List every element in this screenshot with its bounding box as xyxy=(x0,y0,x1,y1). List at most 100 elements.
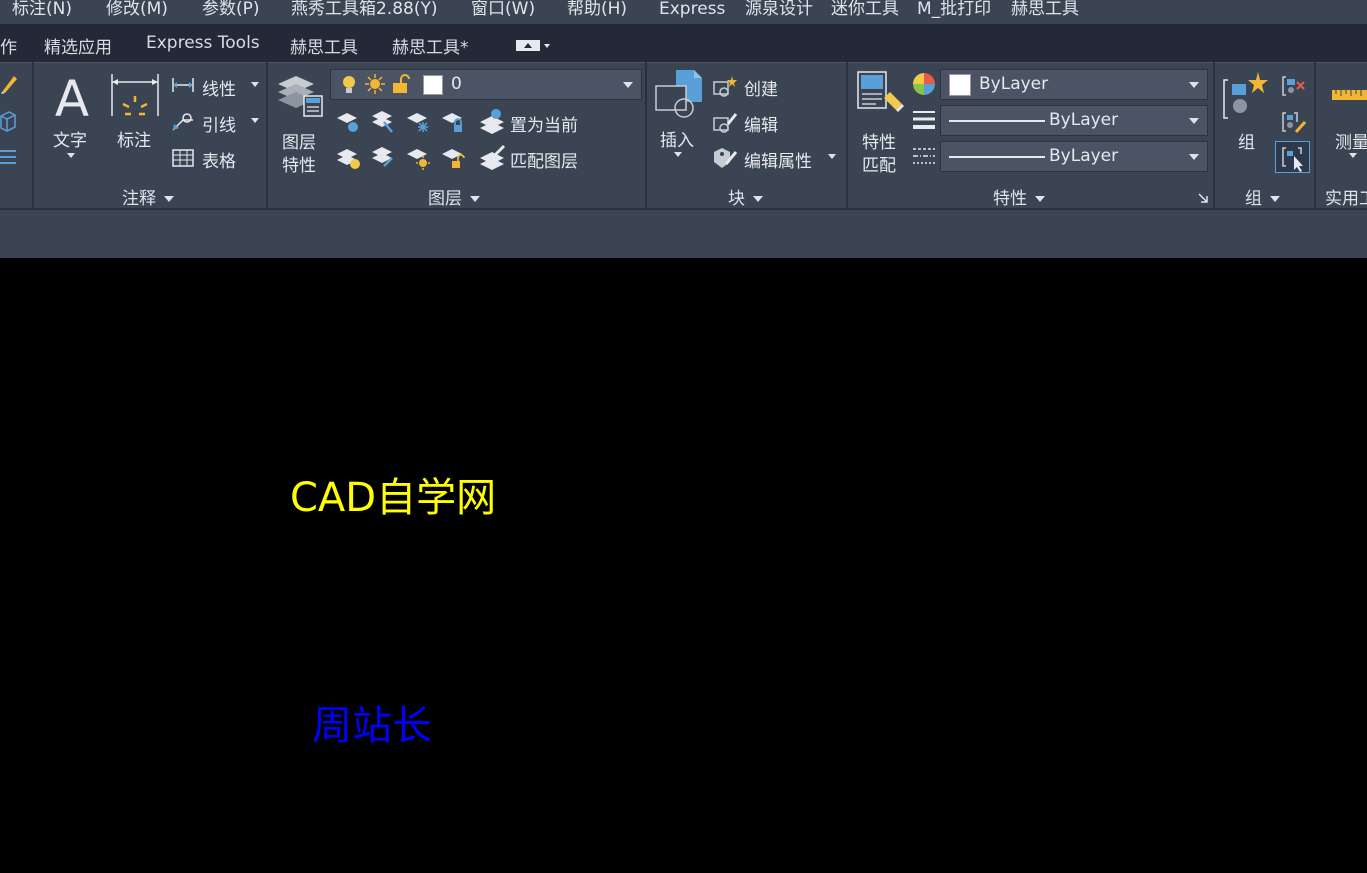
linear-dropdown-arrow[interactable] xyxy=(251,82,259,87)
layer-properties-label-line2[interactable]: 特性 xyxy=(282,151,316,176)
layer-lock-icon[interactable] xyxy=(440,108,466,134)
canvas-text-cad-zixuewang[interactable]: CAD自学网 xyxy=(290,465,496,523)
dimension-button-label[interactable]: 标注 xyxy=(117,126,151,151)
drawing-canvas[interactable]: CAD自学网 周站长 xyxy=(0,258,1367,873)
set-current-icon[interactable] xyxy=(478,108,506,134)
annotation-panel-title[interactable]: 注释 xyxy=(122,184,174,209)
leader-button-label[interactable]: 引线 xyxy=(202,111,236,136)
properties-dialog-launcher-icon[interactable] xyxy=(1197,189,1209,203)
layer-thaw-sun-icon xyxy=(365,74,385,94)
match-layer-label[interactable]: 匹配图层 xyxy=(510,147,578,172)
menu-yuanquan-design[interactable]: 源泉设计 xyxy=(745,0,813,24)
layer-on-bulb-icon xyxy=(341,75,357,95)
measure-dropdown-arrow[interactable] xyxy=(1349,153,1357,158)
group-button-label[interactable]: 组 xyxy=(1238,128,1255,153)
match-properties-label-line2[interactable]: 匹配 xyxy=(862,151,896,176)
layer-color-swatch xyxy=(423,75,443,95)
tab-featured-apps[interactable]: 精选应用 xyxy=(44,33,112,58)
group-icon[interactable] xyxy=(1222,70,1270,124)
tab-hesi-tools-custom[interactable]: 赫思工具* xyxy=(392,33,469,58)
measure-ruler-icon[interactable] xyxy=(1331,86,1367,104)
linetype-preview-line xyxy=(949,156,1045,158)
color-wheel-icon xyxy=(912,72,936,96)
group-selection-toggle-icon[interactable] xyxy=(1275,141,1310,173)
dimension-icon[interactable] xyxy=(110,72,160,122)
lineweight-dropdown[interactable]: ByLayer xyxy=(940,105,1208,136)
linetype-icon xyxy=(912,144,936,168)
insert-button-label[interactable]: 插入 xyxy=(660,126,694,151)
edit-attributes-icon[interactable] xyxy=(712,146,738,170)
menu-dimension[interactable]: 标注(N) xyxy=(12,0,72,24)
linetype-dropdown[interactable]: ByLayer xyxy=(940,141,1208,172)
layer-dropdown[interactable]: 0 xyxy=(330,69,642,100)
utilities-panel-title[interactable]: 实用工 xyxy=(1325,184,1367,209)
menu-batch-print[interactable]: M_批打印 xyxy=(917,0,991,24)
layer-isolate-icon[interactable] xyxy=(370,108,396,134)
svg-text:A: A xyxy=(55,72,89,122)
create-block-label[interactable]: 创建 xyxy=(744,75,778,100)
layers-panel-title[interactable]: 图层 xyxy=(428,184,480,209)
ungroup-icon[interactable] xyxy=(1282,74,1306,98)
layer-freeze-icon[interactable] xyxy=(405,108,431,134)
canvas-text-zhou-zhanzhang[interactable]: 周站长 xyxy=(312,693,432,751)
layer-unlock-all-icon[interactable] xyxy=(440,144,466,170)
text-button-label[interactable]: 文字 xyxy=(53,126,87,151)
color-swatch xyxy=(949,74,971,96)
menu-hesi-tools[interactable]: 赫思工具 xyxy=(1011,0,1079,24)
menu-window[interactable]: 窗口(W) xyxy=(471,0,535,24)
tab-hesi-tools[interactable]: 赫思工具 xyxy=(290,33,358,58)
table-icon[interactable] xyxy=(171,148,195,168)
menu-parametric[interactable]: 参数(P) xyxy=(202,0,260,24)
create-block-icon[interactable] xyxy=(712,74,738,98)
list-icon[interactable] xyxy=(0,148,16,166)
layer-properties-icon[interactable] xyxy=(274,70,326,122)
menu-help[interactable]: 帮助(H) xyxy=(567,0,627,24)
ribbon-tab-bar: 作 精选应用 Express Tools 赫思工具 赫思工具* xyxy=(0,24,1367,62)
tab-collaborate[interactable]: 作 xyxy=(0,33,17,58)
edit-attributes-label[interactable]: 编辑属性 xyxy=(744,147,812,172)
lineweight-preview-line xyxy=(949,120,1045,122)
layer-on-all-icon[interactable] xyxy=(335,144,361,170)
menu-bar: 标注(N) 修改(M) 参数(P) 燕秀工具箱2.88(Y) 窗口(W) 帮助(… xyxy=(0,0,1367,24)
measure-button-label[interactable]: 测量 xyxy=(1335,128,1367,153)
group-edit-icon[interactable] xyxy=(1282,110,1307,134)
text-icon[interactable]: A xyxy=(50,70,94,128)
menu-express[interactable]: Express xyxy=(659,0,725,24)
edit-attributes-dropdown-arrow[interactable] xyxy=(828,154,836,159)
insert-block-icon[interactable] xyxy=(654,68,704,124)
lineweight-value: ByLayer xyxy=(1049,110,1119,130)
edit-block-label[interactable]: 编辑 xyxy=(744,111,778,136)
match-properties-label-line1[interactable]: 特性 xyxy=(862,128,896,153)
lineweight-icon xyxy=(912,108,936,132)
edit-block-icon[interactable] xyxy=(712,110,738,134)
file-tab-strip xyxy=(0,208,1367,258)
match-layer-icon[interactable] xyxy=(478,144,506,170)
layer-properties-label-line1[interactable]: 图层 xyxy=(282,128,316,153)
table-button-label[interactable]: 表格 xyxy=(202,147,236,172)
color-dropdown[interactable]: ByLayer xyxy=(940,69,1208,100)
menu-yanxiu-toolbox[interactable]: 燕秀工具箱2.88(Y) xyxy=(291,0,438,24)
match-properties-icon[interactable] xyxy=(856,70,906,122)
menu-mini-tools[interactable]: 迷你工具 xyxy=(831,0,899,24)
properties-panel-title[interactable]: 特性 xyxy=(993,184,1045,209)
linear-dimension-icon[interactable] xyxy=(171,76,195,94)
layer-off-icon[interactable] xyxy=(335,108,361,134)
groups-panel-title[interactable]: 组 xyxy=(1245,184,1280,209)
ribbon-minimize-dropdown[interactable] xyxy=(516,40,550,52)
layer-unlock-icon xyxy=(391,74,411,94)
leader-icon[interactable] xyxy=(171,112,195,132)
linear-button-label[interactable]: 线性 xyxy=(202,75,236,100)
pencil-icon[interactable] xyxy=(0,72,18,94)
tab-express-tools[interactable]: Express Tools xyxy=(146,33,260,53)
leader-dropdown-arrow[interactable] xyxy=(251,118,259,123)
cube-icon[interactable] xyxy=(0,110,16,132)
text-dropdown-arrow[interactable] xyxy=(67,153,75,158)
linetype-value: ByLayer xyxy=(1049,146,1119,166)
color-value: ByLayer xyxy=(979,74,1049,94)
layer-unisolate-icon[interactable] xyxy=(370,144,396,170)
layer-thaw-all-icon[interactable] xyxy=(405,144,431,170)
block-panel-title[interactable]: 块 xyxy=(728,184,763,209)
menu-modify[interactable]: 修改(M) xyxy=(106,0,168,24)
set-current-label[interactable]: 置为当前 xyxy=(510,111,578,136)
insert-dropdown-arrow[interactable] xyxy=(674,152,682,157)
